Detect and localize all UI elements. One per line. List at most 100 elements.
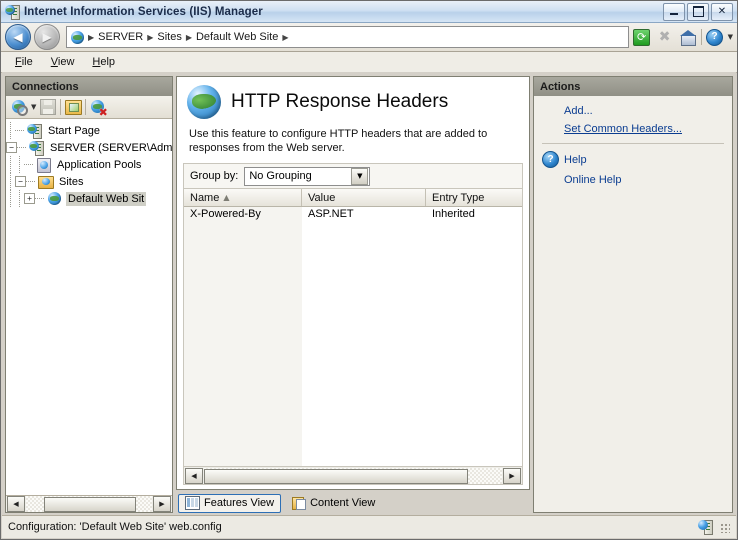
group-by-value: No Grouping — [249, 170, 312, 182]
connections-pane: Connections ▼ ✖ Start Page − SERVER (SER… — [5, 76, 173, 513]
scroll-right-button[interactable]: ▶ — [153, 496, 171, 512]
column-label: Name — [190, 191, 220, 204]
breadcrumb-bar[interactable]: ▶ SERVER ▶ Sites ▶ Default Web Site ▶ — [66, 26, 629, 48]
tree-expander[interactable]: − — [6, 142, 17, 153]
tree-connector — [15, 156, 24, 173]
toolbar-divider — [60, 99, 62, 115]
tree-connector — [26, 173, 37, 190]
refresh-icon[interactable] — [632, 27, 652, 47]
features-view-icon — [185, 496, 200, 510]
tree-expander[interactable]: + — [24, 193, 35, 204]
tree-item-default-web-site[interactable]: + Default Web Sit — [6, 190, 172, 207]
breadcrumb-item-default-web-site[interactable]: Default Web Site — [196, 31, 278, 43]
tree-connector — [15, 190, 24, 207]
connect-to-site-icon[interactable] — [64, 98, 82, 116]
toolbar-divider — [700, 29, 702, 45]
disconnect-icon[interactable]: ✖ — [89, 98, 108, 118]
scroll-left-button[interactable]: ◀ — [185, 467, 203, 484]
status-bar: Configuration: 'Default Web Site' web.co… — [2, 515, 736, 538]
menu-file[interactable]: File — [7, 54, 41, 70]
tree-connector — [6, 156, 15, 173]
column-header-name[interactable]: Name ▲ — [184, 189, 302, 206]
menu-help[interactable]: Help — [84, 54, 123, 70]
action-set-common-headers[interactable]: Set Common Headers... — [534, 120, 732, 138]
chevron-down-icon[interactable]: ▼ — [351, 167, 369, 185]
actions-separator — [542, 143, 724, 144]
tab-features-view[interactable]: Features View — [178, 493, 282, 513]
view-tabs: Features View Content View — [176, 490, 530, 513]
group-by-label: Group by: — [190, 170, 239, 182]
status-right — [698, 520, 730, 535]
breadcrumb-separator: ▶ — [88, 32, 95, 42]
action-label: Online Help — [564, 174, 622, 186]
menu-bar: File View Help — [1, 52, 737, 73]
action-online-help[interactable]: Online Help — [534, 171, 732, 189]
minimize-button[interactable] — [663, 2, 685, 21]
connect-dropdown-caret[interactable]: ▼ — [31, 103, 36, 111]
connections-tree[interactable]: Start Page − SERVER (SERVER\Admin Applic… — [6, 119, 172, 495]
tree-connector — [6, 122, 15, 139]
grid-hscrollbar[interactable]: ◀ ▶ — [184, 466, 522, 484]
cell-value: ASP.NET — [308, 208, 354, 220]
tab-label: Content View — [310, 497, 376, 509]
empty-sort-column — [184, 224, 302, 466]
column-header-entry-type[interactable]: Entry Type — [426, 189, 522, 206]
tree-item-application-pools[interactable]: Application Pools — [6, 156, 172, 173]
tree-item-label: Sites — [59, 175, 84, 188]
grid-body[interactable]: X-Powered-By ASP.NET Inherited — [184, 207, 522, 466]
scroll-track[interactable] — [204, 467, 502, 484]
forward-button[interactable]: ▶ — [34, 24, 60, 50]
breadcrumb-separator: ▶ — [185, 32, 192, 42]
tree-item-server[interactable]: − SERVER (SERVER\Admin — [6, 139, 172, 156]
breadcrumb-separator: ▶ — [147, 32, 154, 42]
table-row[interactable]: X-Powered-By ASP.NET Inherited — [184, 207, 522, 224]
help-dropdown-caret[interactable]: ▼ — [728, 33, 733, 41]
tree-connector — [6, 190, 15, 207]
tree-item-start-page[interactable]: Start Page — [6, 122, 172, 139]
cell-entry-type: Inherited — [432, 208, 475, 220]
action-help[interactable]: Help — [534, 148, 732, 171]
content-view-icon — [292, 497, 307, 510]
action-label: Add... — [564, 105, 593, 117]
address-bar: ◀ ▶ ▶ SERVER ▶ Sites ▶ Default Web Site … — [1, 23, 737, 52]
column-header-value[interactable]: Value — [302, 189, 426, 206]
center-pane: HTTP Response Headers Use this feature t… — [176, 76, 530, 513]
connections-hscrollbar[interactable]: ◀ ▶ — [6, 495, 172, 512]
sites-folder-icon — [38, 174, 54, 189]
tree-item-label: Start Page — [48, 124, 100, 137]
resize-grip[interactable] — [718, 521, 730, 533]
cell-name: X-Powered-By — [184, 207, 302, 224]
close-button[interactable]: ✕ — [711, 2, 733, 21]
scroll-left-button[interactable]: ◀ — [7, 496, 25, 512]
scroll-track[interactable] — [26, 496, 152, 512]
scroll-right-button[interactable]: ▶ — [503, 467, 521, 484]
tree-connector — [6, 173, 15, 190]
actions-header: Actions — [534, 77, 732, 96]
back-button[interactable]: ◀ — [5, 24, 31, 50]
breadcrumb-item-server[interactable]: SERVER — [98, 31, 143, 43]
maximize-button[interactable] — [687, 2, 709, 21]
help-icon[interactable] — [705, 27, 725, 47]
grid-empty-area[interactable] — [184, 224, 522, 466]
tree-connector — [15, 122, 26, 139]
connect-to-server-icon[interactable] — [10, 98, 28, 116]
tree-expander[interactable]: − — [15, 176, 26, 187]
scroll-thumb[interactable] — [43, 497, 137, 512]
tree-item-sites[interactable]: − Sites — [6, 173, 172, 190]
menu-view[interactable]: View — [43, 54, 83, 70]
feature-description: Use this feature to configure HTTP heade… — [189, 128, 488, 154]
tree-item-label: Application Pools — [57, 158, 142, 171]
home-icon[interactable] — [678, 27, 698, 47]
action-add[interactable]: Add... — [534, 102, 732, 120]
tab-content-view[interactable]: Content View — [285, 494, 382, 513]
iis-manager-window: Internet Information Services (IIS) Mana… — [0, 0, 738, 540]
feature-pane: HTTP Response Headers Use this feature t… — [176, 76, 530, 490]
tree-item-label: Default Web Sit — [66, 191, 147, 206]
breadcrumb-item-sites[interactable]: Sites — [157, 31, 181, 43]
server-status-icon — [698, 520, 714, 535]
scroll-thumb[interactable] — [204, 468, 469, 484]
group-by-select[interactable]: No Grouping ▼ — [244, 166, 371, 186]
connections-header: Connections — [6, 77, 172, 96]
save-connection-icon — [39, 98, 57, 116]
